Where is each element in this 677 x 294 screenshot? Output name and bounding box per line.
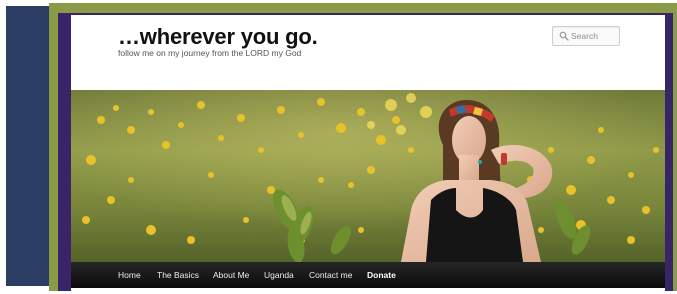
search-input[interactable] [571, 27, 617, 45]
content-top [71, 288, 665, 294]
search-box[interactable] [552, 26, 620, 46]
nav-contact-me[interactable]: Contact me [309, 262, 352, 288]
site-title[interactable]: …wherever you go. [118, 24, 318, 50]
blog-page: …wherever you go. follow me on my journe… [71, 15, 665, 294]
nav-about-me[interactable]: About Me [213, 262, 249, 288]
header-image [71, 90, 665, 262]
main-navigation: Home The Basics About Me Uganda Contact … [71, 262, 665, 288]
nav-the-basics[interactable]: The Basics [157, 262, 199, 288]
nav-uganda[interactable]: Uganda [264, 262, 294, 288]
nav-home[interactable]: Home [118, 262, 141, 288]
site-description: follow me on my journey from the LORD my… [118, 48, 302, 58]
search-icon [559, 31, 569, 41]
nav-donate[interactable]: Donate [367, 262, 396, 288]
